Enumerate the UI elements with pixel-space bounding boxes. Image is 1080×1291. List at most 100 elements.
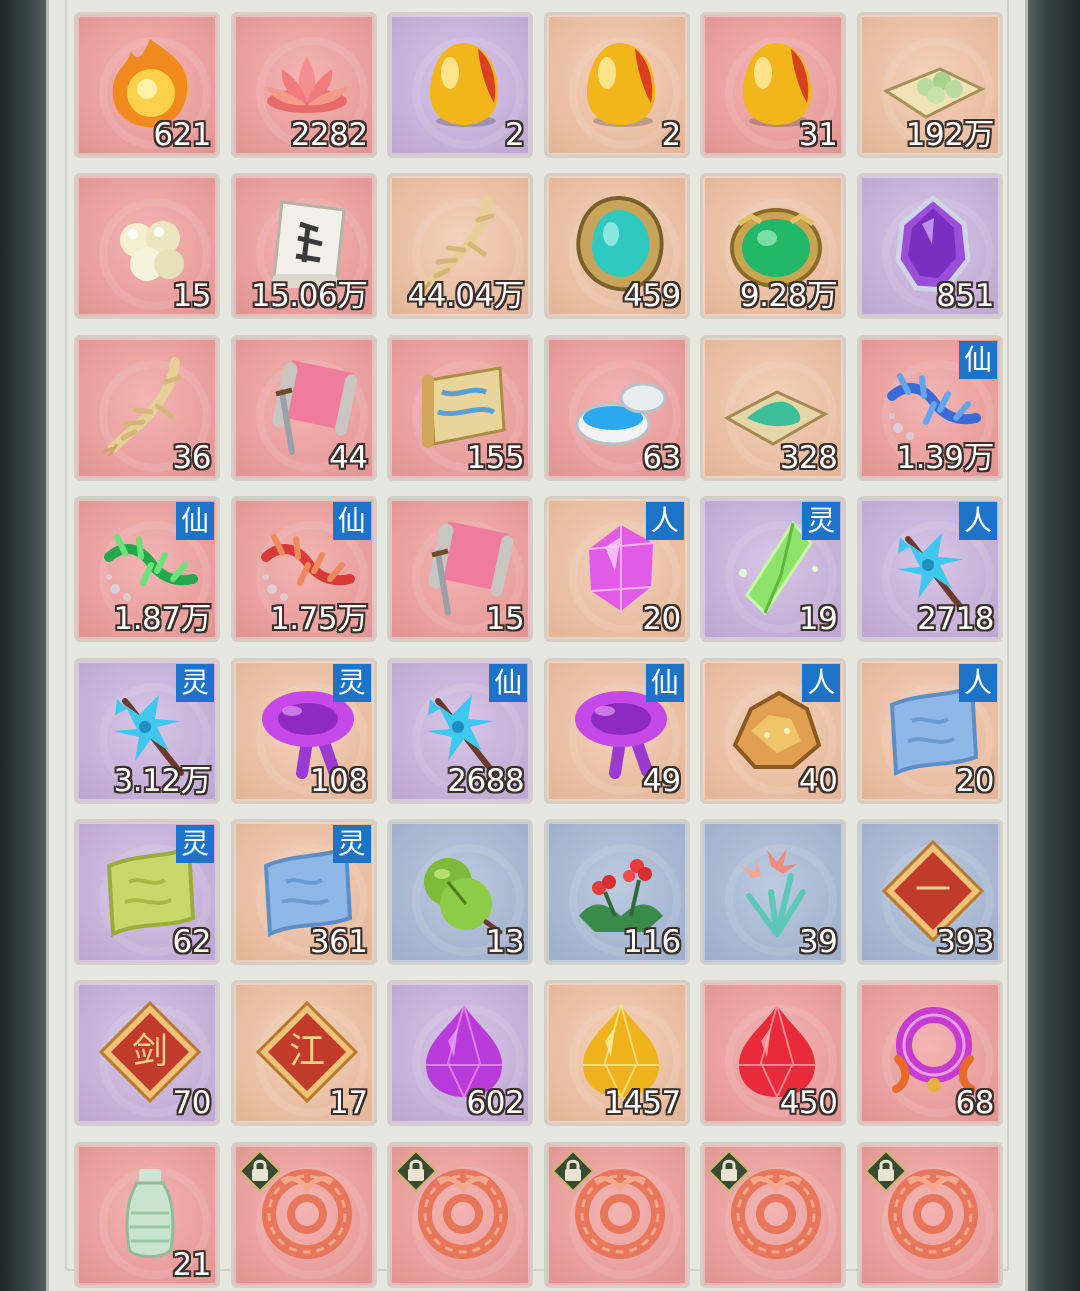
grade-badge: 人	[645, 502, 684, 541]
item-count: 192万	[905, 117, 995, 153]
inventory-slot[interactable]: 36	[74, 334, 220, 481]
inventory-slot[interactable]: 450	[700, 980, 847, 1127]
item-count: 20	[955, 762, 995, 799]
inventory-slot[interactable]	[856, 1141, 1003, 1288]
inventory-slot[interactable]: 15.06万	[230, 173, 377, 320]
inventory-slot[interactable]: 15	[387, 496, 534, 643]
grade-badge: 灵	[802, 502, 841, 541]
inventory-slot[interactable]: 9.28万	[700, 173, 847, 320]
inventory-slot[interactable]: 人 20	[543, 496, 690, 643]
inventory-slot[interactable]: 44	[230, 334, 377, 481]
svg-text:江: 江	[289, 1031, 325, 1072]
inventory-slot[interactable]	[543, 1141, 690, 1288]
lock-icon	[238, 1149, 282, 1193]
item-count: 2	[661, 117, 682, 153]
svg-text:一: 一	[915, 870, 951, 911]
inventory-slot[interactable]: 灵 3.12万	[74, 657, 220, 804]
item-count: 40	[798, 762, 838, 799]
inventory-slot[interactable]: 602	[387, 980, 534, 1127]
inventory-slot[interactable]: 116	[543, 818, 690, 965]
item-count: 44	[329, 439, 368, 476]
item-count: 602	[466, 1085, 525, 1122]
inventory-slot[interactable]: 灵 62	[74, 818, 220, 965]
background-left	[0, 0, 46, 1291]
inventory-slot[interactable]: 仙 1.75万	[230, 496, 377, 643]
inventory-slot[interactable]: 灵 19	[700, 496, 847, 643]
inventory-slot[interactable]: 44.04万	[387, 173, 534, 320]
inventory-slot[interactable]	[230, 1141, 377, 1288]
inventory-slot[interactable]: 15	[74, 173, 220, 320]
item-count: 19	[798, 601, 838, 638]
inventory-slot[interactable]: 剑剑70	[74, 980, 220, 1127]
inventory-slot[interactable]: 1457	[543, 980, 690, 1127]
inventory-slot[interactable]: 2	[543, 12, 690, 158]
lock-icon	[394, 1149, 438, 1193]
grade-badge: 灵	[176, 824, 214, 863]
item-count: 63	[642, 439, 681, 476]
grade-badge: 仙	[489, 663, 528, 702]
item-count: 851	[936, 278, 994, 315]
inventory-slot[interactable]: 灵 361	[230, 818, 377, 965]
inventory-slot[interactable]: 人 2718	[856, 496, 1003, 643]
item-count: 1.75万	[270, 601, 368, 638]
item-count: 1.87万	[113, 601, 211, 638]
inventory-slot[interactable]: 192万	[856, 12, 1003, 158]
inventory-slot[interactable]: 13	[387, 818, 534, 965]
item-count: 116	[623, 923, 681, 960]
item-count: 328	[779, 439, 838, 476]
item-count: 70	[172, 1085, 212, 1122]
grade-badge: 灵	[332, 663, 371, 702]
item-count: 13	[485, 923, 525, 960]
item-count: 62	[172, 923, 212, 960]
item-count: 68	[955, 1085, 995, 1122]
lock-icon	[551, 1149, 595, 1193]
inventory-slot[interactable]: 621	[74, 12, 220, 158]
inventory-slot[interactable]	[387, 1141, 534, 1288]
item-count: 2	[504, 117, 525, 153]
inventory-slot[interactable]: 江江17	[230, 980, 377, 1127]
grade-badge: 仙	[958, 340, 997, 379]
svg-text:剑: 剑	[132, 1031, 168, 1072]
inventory-slot[interactable]: 459	[543, 173, 690, 320]
inventory-slot[interactable]: 2	[387, 12, 534, 158]
grade-badge: 人	[802, 663, 841, 702]
item-count: 2282	[290, 117, 368, 153]
item-count: 31	[798, 117, 838, 153]
inventory-slot[interactable]: 68	[856, 980, 1003, 1127]
inventory-slot[interactable]: 2282	[230, 12, 377, 158]
background-right	[1028, 0, 1080, 1291]
inventory-slot[interactable]: 21	[74, 1141, 220, 1288]
item-count: 36	[172, 439, 212, 476]
grade-badge: 仙	[176, 502, 214, 541]
item-count: 3.12万	[113, 762, 211, 799]
inventory-slot[interactable]: 仙 49	[543, 657, 690, 804]
item-count: 15.06万	[250, 278, 368, 315]
item-count: 9.28万	[739, 278, 838, 315]
inventory-slot[interactable]: 灵 108	[230, 657, 377, 804]
item-count: 155	[466, 439, 525, 476]
inventory-slot[interactable]: 一一393	[856, 818, 1003, 965]
inventory-slot[interactable]: 851	[856, 173, 1003, 320]
grade-badge: 灵	[332, 824, 371, 863]
inventory-slot[interactable]: 31	[700, 12, 847, 158]
item-count: 621	[153, 117, 211, 153]
lock-icon	[707, 1149, 751, 1193]
inventory-slot[interactable]: 328	[700, 334, 847, 481]
inventory-slot[interactable]: 人 40	[700, 657, 847, 804]
inventory-grid: 621 2282 2 2 31 192万 15 15.06万 44.04万 459 9.28万 851…	[74, 12, 1003, 1288]
inventory-slot[interactable]: 155	[387, 334, 534, 481]
item-count: 39	[798, 923, 838, 960]
inventory-slot[interactable]: 39	[700, 818, 847, 965]
item-count: 393	[936, 923, 994, 960]
inventory-slot[interactable]: 仙 2688	[387, 657, 534, 804]
item-count: 17	[329, 1085, 368, 1122]
inventory-slot[interactable]	[700, 1141, 847, 1288]
item-count: 15	[172, 278, 212, 315]
inventory-slot[interactable]: 63	[543, 334, 690, 481]
item-count: 49	[642, 762, 681, 799]
item-count: 44.04万	[407, 278, 525, 315]
inventory-slot[interactable]: 仙 1.87万	[74, 496, 220, 643]
inventory-slot[interactable]: 人 20	[856, 657, 1003, 804]
item-count: 459	[623, 278, 681, 315]
inventory-slot[interactable]: 仙 1.39万	[856, 334, 1003, 481]
